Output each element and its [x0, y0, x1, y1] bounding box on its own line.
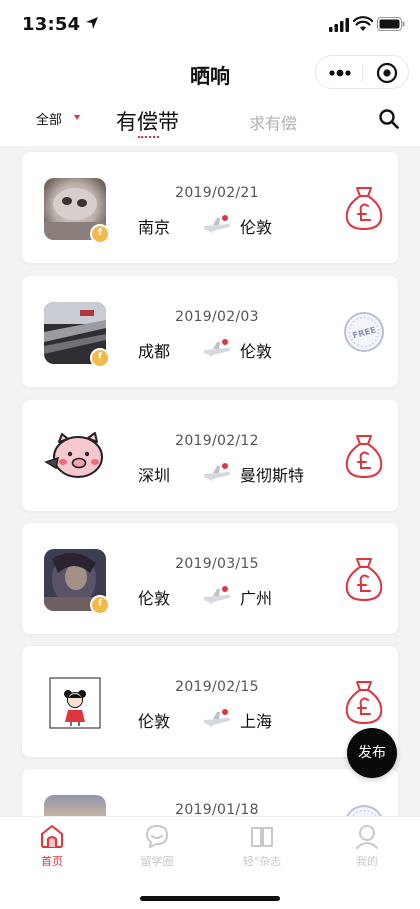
tab-magazine[interactable]: 轻°杂志	[222, 823, 302, 873]
chat-bubble-icon	[146, 825, 168, 848]
route-destination: 伦敦	[240, 218, 273, 237]
plane-icon	[204, 709, 231, 727]
status-bar: 13:54	[0, 0, 420, 50]
route-destination: 曼彻斯特	[240, 466, 305, 485]
pound-bag-icon	[345, 558, 383, 601]
user-icon	[356, 825, 378, 849]
route-origin: 成都	[137, 342, 170, 361]
coin-glyph: f	[98, 228, 102, 238]
trip-card[interactable]: 2019/02/12 深圳 曼彻斯特	[22, 400, 398, 511]
trip-card[interactable]: 2019/02/15 伦敦 上海	[22, 646, 398, 757]
coin-glyph: f	[98, 352, 102, 362]
route-origin: 南京	[137, 218, 170, 237]
location-arrow-icon	[86, 17, 98, 29]
plane-icon	[204, 339, 231, 357]
plane-icon	[204, 215, 231, 233]
tab-paid-carry[interactable]: 有偿带	[116, 106, 179, 136]
route-destination: 伦敦	[240, 342, 273, 361]
signal-icon	[329, 18, 349, 32]
free-coin-icon: FREE	[344, 312, 384, 352]
capsule-divider	[362, 64, 363, 82]
pound-bag-icon	[345, 187, 383, 230]
tab-study-circle[interactable]: 留学圈	[117, 823, 197, 873]
route-origin: 伦敦	[137, 589, 170, 608]
publish-button[interactable]: 发布	[347, 728, 397, 778]
battery-icon	[377, 17, 405, 31]
wifi-icon	[353, 16, 373, 31]
route-destination: 广州	[240, 589, 273, 608]
tab-active-underline	[138, 136, 159, 139]
plane-icon	[204, 586, 231, 604]
more-dots-icon[interactable]	[328, 67, 352, 79]
plane-icon	[204, 463, 231, 481]
route-origin: 伦敦	[137, 712, 170, 731]
tab-label: 留学圈	[140, 855, 174, 868]
home-icon	[41, 825, 63, 848]
tab-label: 首页	[41, 855, 63, 868]
status-time: 13:54	[22, 14, 81, 35]
route-origin: 深圳	[137, 466, 170, 485]
coin-badge: f	[90, 348, 110, 368]
tab-home[interactable]: 首页	[12, 823, 92, 873]
tabs-bar: 全部 有偿带 求有偿	[0, 96, 420, 146]
filter-dropdown[interactable]: 全部	[36, 109, 62, 128]
tab-label: 轻°杂志	[242, 855, 282, 868]
coin-badge: f	[90, 224, 110, 244]
trip-card[interactable]: f 2019/02/03 成都 伦敦 FREE	[22, 276, 398, 387]
close-target-icon[interactable]	[376, 62, 398, 84]
search-icon[interactable]	[378, 108, 400, 130]
pound-bag-icon	[345, 435, 383, 478]
caret-down-icon[interactable]	[74, 115, 80, 120]
coin-badge: f	[90, 595, 110, 615]
tab-label: 我的	[356, 855, 378, 868]
tab-me[interactable]: 我的	[327, 823, 407, 873]
pound-bag-icon	[345, 681, 383, 724]
coin-glyph: f	[98, 599, 102, 609]
home-indicator	[140, 896, 280, 901]
mini-program-capsule	[315, 55, 409, 89]
trip-card[interactable]: f 2019/03/15 伦敦 广州	[22, 523, 398, 634]
trip-card[interactable]: f 2019/02/21 南京 伦敦	[22, 152, 398, 263]
route-destination: 上海	[240, 712, 273, 731]
book-icon	[251, 827, 273, 847]
tab-request-paid[interactable]: 求有偿	[249, 110, 297, 134]
nav-bar: 晒响	[0, 50, 420, 96]
